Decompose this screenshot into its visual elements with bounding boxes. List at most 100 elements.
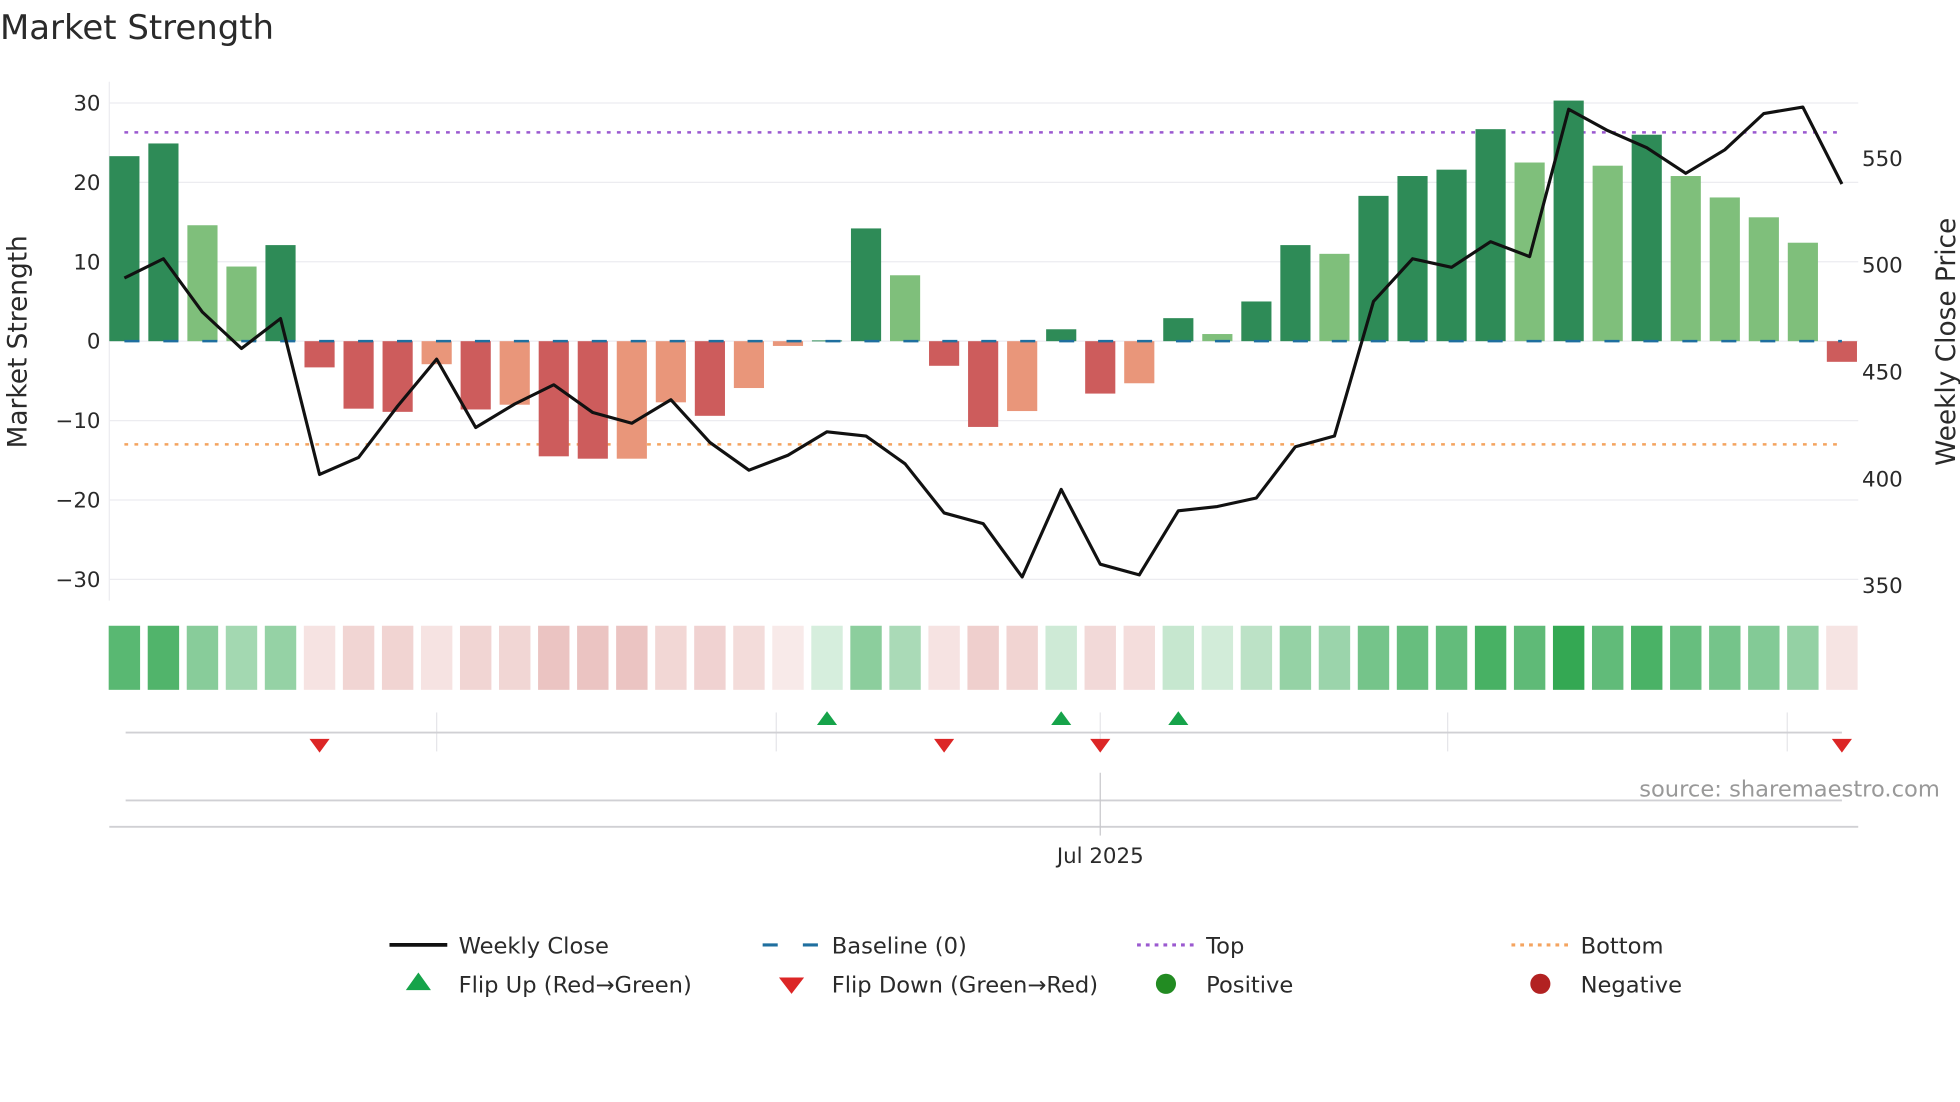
strength-heat-cell [1591, 625, 1624, 690]
negative-bar [655, 341, 686, 403]
y-tick-label: −30 [55, 568, 100, 593]
circle-icon [1155, 973, 1176, 994]
source-note: source: sharemaestro.com [1639, 777, 1940, 803]
strength-heat-cell [655, 625, 687, 690]
negative-bar [616, 341, 647, 459]
positive-bar [1553, 100, 1584, 342]
legend-label: Flip Up (Red→Green) [459, 973, 692, 999]
y2-tick-label: 500 [1862, 254, 1903, 279]
strength-heat-cell [733, 625, 765, 690]
negative-bar [577, 341, 608, 459]
strength-heat-cell [1201, 625, 1234, 690]
positive-bar [148, 143, 179, 342]
strength-heat-cell [967, 625, 999, 690]
strength-heat-cell [1006, 625, 1038, 690]
strength-heat-cell [225, 625, 258, 690]
positive-bar [1709, 197, 1740, 342]
legend-label: Top [1205, 934, 1244, 960]
positive-bar [109, 156, 140, 342]
strength-heat-cell [1240, 625, 1273, 690]
positive-bar [1280, 245, 1311, 342]
legend-label: Weekly Close [459, 934, 609, 960]
negative-bar [538, 341, 569, 457]
legend-item-top: Top [1137, 934, 1244, 960]
flip-down-marker [1831, 738, 1852, 753]
strength-heat-cell [889, 625, 921, 690]
negative-bar [1007, 341, 1038, 412]
strength-heat-cell [1084, 625, 1116, 690]
strength-heat-cell [1826, 625, 1858, 690]
triangle-down-icon [778, 977, 805, 994]
legend-item-close: Weekly Close [389, 934, 609, 960]
y-tick-label: −10 [55, 409, 100, 434]
strength-heat-cell [1435, 625, 1468, 690]
flip-up-marker [816, 711, 838, 726]
positive-bar [1475, 129, 1506, 342]
strength-heat-cell [499, 625, 531, 690]
y2-tick-label: 550 [1862, 147, 1903, 172]
strength-heat-cell [303, 625, 336, 690]
strength-heat-cell [1123, 625, 1155, 690]
strength-heat-cell [342, 625, 375, 690]
x-tick-label: Jul 2025 [1055, 844, 1144, 869]
strength-heat-cell [264, 625, 297, 690]
positive-bar [889, 275, 921, 342]
strength-heat-cell [1318, 625, 1351, 690]
legend-item-flipdown: Flip Down (Green→Red) [778, 973, 1098, 999]
triangle-up-icon [405, 972, 431, 991]
y-tick-label: 10 [73, 250, 100, 275]
negative-bar [343, 341, 374, 409]
y-tick-label: −20 [55, 489, 100, 514]
strength-heat-cell [811, 625, 843, 690]
strength-heat-cell [1162, 625, 1195, 690]
strength-heat-cell [694, 625, 726, 690]
negative-bar [929, 341, 960, 366]
strength-heat-cell [1787, 625, 1819, 690]
strength-heat-cell [186, 625, 219, 690]
legend: Weekly Close Baseline (0) Top Bottom Flip Up… [389, 934, 1682, 999]
strength-heat-cell [1670, 625, 1702, 690]
positive-bar [850, 228, 882, 342]
negative-bar [733, 341, 765, 389]
positive-bar [1631, 134, 1662, 342]
y-tick-label: 20 [73, 171, 100, 196]
flip-down-marker [1090, 738, 1111, 753]
positive-bar [1592, 165, 1623, 342]
y-tick-label: 0 [87, 330, 101, 355]
flip-up-marker [1051, 711, 1072, 726]
flip-up-marker [1168, 711, 1189, 726]
legend-item-flipup: Flip Up (Red→Green) [405, 972, 692, 999]
legend-label: Positive [1206, 973, 1293, 999]
y2-tick-label: 400 [1862, 467, 1903, 492]
strength-heat-cell [772, 625, 804, 690]
flip-down-marker [309, 738, 330, 753]
positive-bar [1046, 329, 1077, 342]
strength-heat-cell [459, 625, 492, 690]
positive-bar [1436, 169, 1467, 342]
strength-heat-cell [147, 625, 180, 690]
strength-heat-cell [108, 625, 141, 690]
negative-bar [1826, 341, 1857, 362]
strength-heat-cell [1279, 625, 1312, 690]
negative-bar [968, 341, 999, 427]
market-strength-chart: Market Strength 30 20 10 0 −10 −20 −30 550 500 4… [0, 8, 1960, 999]
negative-bar [499, 341, 530, 405]
negative-bar [460, 341, 491, 410]
strength-heat-cell [420, 625, 453, 690]
strength-heat-cell [1709, 625, 1741, 690]
legend-label: Negative [1581, 973, 1682, 999]
strength-heat-cell [928, 625, 960, 690]
strength-heat-cell [1748, 625, 1780, 690]
positive-bar [226, 266, 257, 342]
legend-item-positive: Positive [1155, 973, 1293, 999]
positive-bar [1787, 242, 1818, 342]
negative-bar [382, 341, 413, 412]
negative-bar [1085, 341, 1116, 394]
y-tick-label: 30 [73, 92, 100, 117]
positive-bar [1241, 301, 1272, 342]
flip-down-marker [934, 738, 955, 753]
circle-icon [1530, 973, 1551, 994]
strength-heat-cell [577, 625, 609, 690]
strength-heat-cell [1045, 625, 1077, 690]
positive-bar [1358, 195, 1389, 342]
